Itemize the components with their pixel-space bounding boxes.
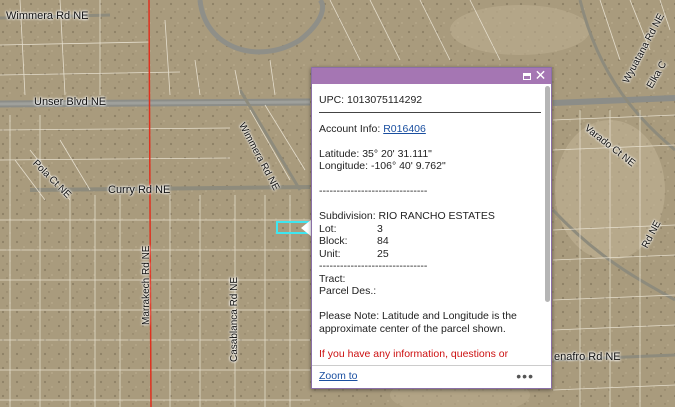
unser-blvd-ne-label: Unser Blvd NE xyxy=(34,96,107,108)
enafro-rd-ne-label: enafro Rd NE xyxy=(554,351,621,363)
account-info-row: Account Info: R016406 xyxy=(319,123,541,136)
popup-scrollbar[interactable] xyxy=(545,86,550,302)
unit-value: 25 xyxy=(377,247,389,260)
more-options-icon[interactable]: ••• xyxy=(516,368,534,384)
unit-label: Unit: xyxy=(319,247,341,260)
account-info-link[interactable]: R016406 xyxy=(383,123,426,135)
zoom-to-link[interactable]: Zoom to xyxy=(319,370,358,382)
tract-text: Tract: xyxy=(319,272,346,285)
account-info-label: Account Info: xyxy=(319,122,384,135)
separator-line: ------------------------------- xyxy=(319,185,428,197)
subdivision-text: Subdivision: RIO RANCHO ESTATES xyxy=(319,210,495,222)
casablanca-rd-ne-label: Casablanca Rd NE xyxy=(229,276,240,362)
popup-body[interactable]: UPC: 1013075114292 Account Info: R016406… xyxy=(312,84,551,366)
popup-header: ✕ xyxy=(312,68,551,84)
unit-row: Unit: 25 xyxy=(319,248,541,261)
popup-footer: Zoom to ••• xyxy=(312,365,551,388)
parcel-des-text: Parcel Des.: xyxy=(319,285,377,297)
close-icon[interactable]: ✕ xyxy=(534,68,547,82)
lot-row: Lot: 3 xyxy=(319,223,541,236)
block-row: Block: 84 xyxy=(319,235,541,248)
upc-title: UPC: 1013075114292 xyxy=(319,94,541,113)
wimmera-rd-ne-top-label: Wimmera Rd NE xyxy=(6,10,89,22)
maximize-icon[interactable] xyxy=(520,69,533,82)
lot-label: Lot: xyxy=(319,222,337,235)
separator-line-2: ------------------------------- xyxy=(319,260,428,272)
longitude-text: Longitude: -106° 40' 9.762" xyxy=(319,160,446,172)
block-value: 84 xyxy=(377,235,389,247)
lot-value: 3 xyxy=(377,222,383,235)
info-request-text: If you have any information, questions o… xyxy=(319,347,509,360)
parcel-info-popup: ✕ UPC: 1013075114292 Account Info: R0164… xyxy=(311,67,552,389)
curry-rd-ne-label: Curry Rd NE xyxy=(108,184,171,196)
marrakech-rd-ne-label: Marrakech Rd NE xyxy=(141,245,152,325)
note-text: Please Note: Latitude and Longitude is t… xyxy=(319,310,517,335)
block-label: Block: xyxy=(319,235,348,247)
latitude-text: Latitude: 35° 20' 31.111" xyxy=(319,147,432,160)
